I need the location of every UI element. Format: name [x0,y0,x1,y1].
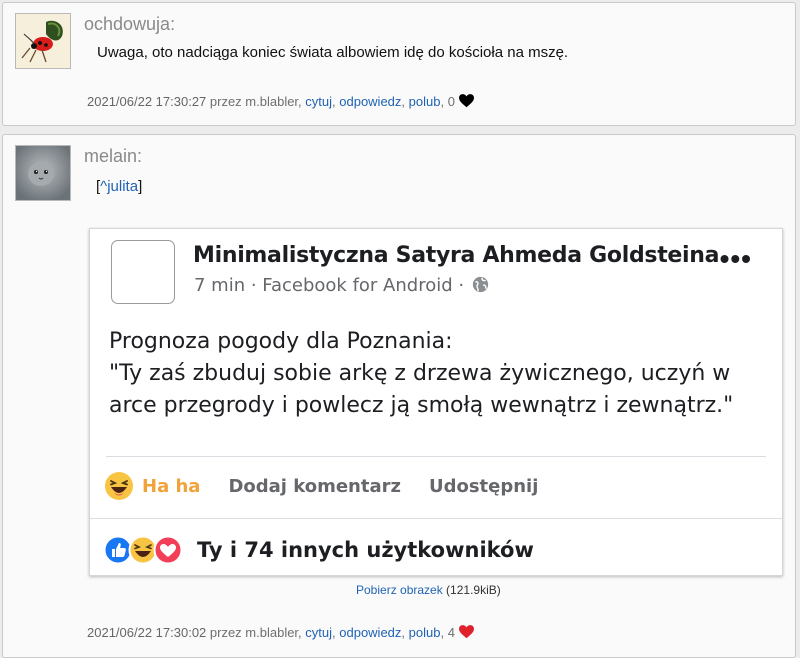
comment-post: ochdowuja: Uwaga, oto nadciąga koniec św… [2,2,796,126]
comment-footer: 2021/06/22 17:30:02 przez m.blabler, cyt… [87,625,474,640]
image-size: (121.9kiB) [442,583,501,597]
like-link[interactable]: polub [409,94,441,109]
reactions-summary: Ty i 74 innych użytkowników [103,535,534,565]
comment-text: Uwaga, oto nadciąga koniec świata albowi… [97,44,569,61]
like-count: 0 [444,94,455,109]
mention-link[interactable]: ^julita [100,178,138,195]
post-text: Prognoza pogody dla Poznania: "Ty zaś zb… [109,329,734,418]
divider [106,456,766,457]
page-name: Minimalistyczna Satyra Ahmeda Goldsteina [193,243,720,268]
reply-reference: [^julita] [96,178,143,195]
globe-icon [472,276,488,293]
timestamp: 2021/06/22 17:30:02 [87,625,207,640]
page-avatar [111,240,175,304]
divider [90,518,782,519]
haha-reaction-button: Ha ha [104,471,200,501]
quote-link[interactable]: cytuj [305,94,332,109]
quote-link[interactable]: cytuj [305,625,332,640]
haha-reaction-icon [128,535,158,565]
avatar[interactable] [15,145,71,201]
download-image-link[interactable]: Pobierz obrazek [356,583,443,597]
heart-icon[interactable] [458,625,474,639]
download-image: Pobierz obrazek (121.9kiB) [356,583,501,597]
post-meta: 7 min · Facebook for Android · [194,275,489,296]
username: ochdowuja: [84,14,176,34]
ladybug-avatar-icon [16,14,70,68]
avatar[interactable] [15,13,71,69]
like-count: 4 [444,625,455,640]
heart-icon[interactable] [458,94,474,108]
post-actions: Ha ha Dodaj komentarz Udostępnij [104,471,566,501]
author-info: przez m.blabler [206,94,299,109]
reaction-icons [103,535,183,565]
comment-post: melain: [^julita] Minimalistyczna Satyra… [2,134,796,658]
more-options-icon: ••• [719,243,752,274]
timestamp: 2021/06/22 17:30:27 [87,94,207,109]
share-button: Udostępnij [428,475,539,497]
facebook-post-screenshot[interactable]: Minimalistyczna Satyra Ahmeda Goldsteina… [89,228,783,576]
reply-link[interactable]: odpowiedz [339,94,401,109]
comment-footer: 2021/06/22 17:30:27 przez m.blabler, cyt… [87,94,474,109]
cat-avatar-icon [16,146,70,200]
username: melain: [84,146,143,166]
reply-link[interactable]: odpowiedz [339,625,401,640]
comment-button: Dodaj komentarz [228,475,401,497]
like-link[interactable]: polub [409,625,441,640]
reactions-count-text: Ty i 74 innych użytkowników [197,538,534,562]
author-info: przez m.blabler [206,625,299,640]
haha-emoji-icon [105,472,133,500]
